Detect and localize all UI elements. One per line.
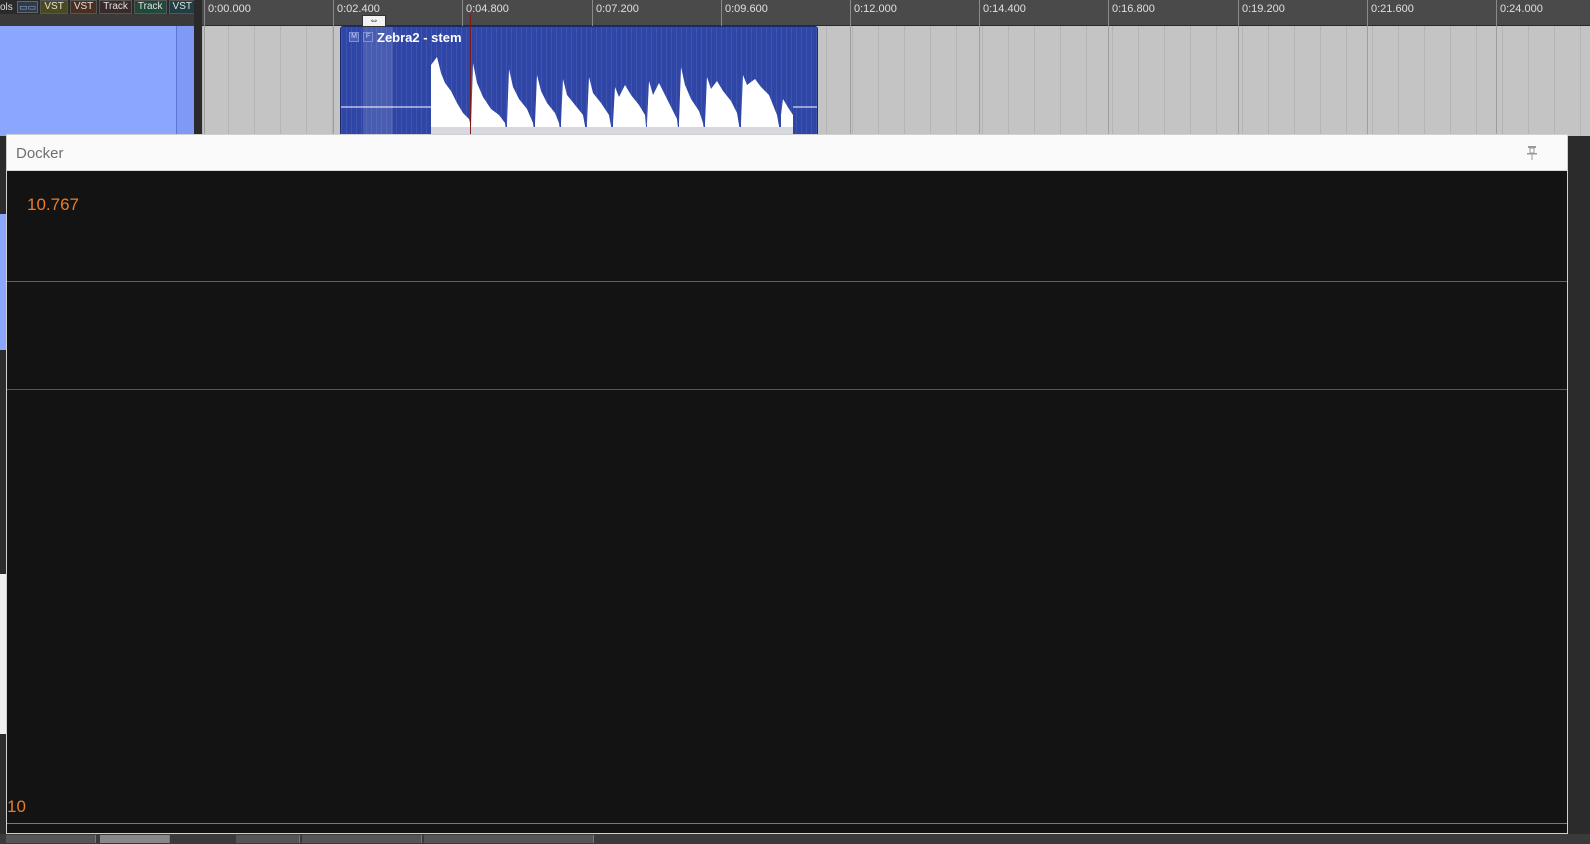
arrange-view: ols ▭▭ VST VST Track Track VST 0:00.000 … bbox=[0, 0, 1590, 136]
item-fx-icon[interactable]: F bbox=[363, 32, 373, 42]
track-toolbar: ols ▭▭ VST VST Track Track VST bbox=[0, 0, 196, 14]
tcp-divider[interactable] bbox=[194, 0, 202, 136]
bottom-tab[interactable] bbox=[6, 835, 96, 843]
bottom-tab-strip bbox=[0, 834, 1590, 844]
grid-line bbox=[850, 26, 851, 136]
ruler-label: 0:00.000 bbox=[208, 3, 251, 15]
docker-window: Docker 10.767 10 bbox=[6, 134, 1568, 834]
pin-icon[interactable] bbox=[1525, 145, 1539, 161]
media-item-title: Zebra2 - stem bbox=[377, 29, 462, 45]
ruler-tick: 0:19.200 bbox=[1238, 0, 1285, 26]
ruler-label: 0:09.600 bbox=[725, 3, 768, 15]
ruler-label: 0:24.000 bbox=[1500, 3, 1543, 15]
green-reference-line bbox=[7, 389, 1567, 390]
arrange-area[interactable]: M F Zebra2 - stem bbox=[202, 26, 1590, 136]
bottom-tab[interactable] bbox=[100, 835, 170, 843]
grid-line bbox=[1496, 26, 1497, 136]
grid-line bbox=[1238, 26, 1239, 136]
toolbar-vst-button-2[interactable]: VST bbox=[69, 0, 98, 14]
timeline-ruler[interactable]: 0:00.000 0:02.400 0:04.800 0:07.200 0:09… bbox=[202, 0, 1590, 26]
ruler-label: 0:19.200 bbox=[1242, 3, 1285, 15]
docker-title: Docker bbox=[16, 145, 64, 162]
grid-line bbox=[204, 26, 205, 136]
readout-min-value: 10 bbox=[7, 797, 26, 816]
ruler-tick: 0:07.200 bbox=[592, 0, 639, 26]
item-mute-icon[interactable]: M bbox=[349, 32, 359, 42]
ruler-label: 0:16.800 bbox=[1112, 3, 1155, 15]
waveform bbox=[341, 57, 817, 135]
media-item[interactable]: M F Zebra2 - stem bbox=[340, 26, 818, 136]
bottom-tab[interactable] bbox=[302, 835, 422, 843]
grid-line bbox=[333, 26, 334, 136]
toolbar-cut-label: ols bbox=[0, 1, 13, 13]
ruler-label: 0:21.600 bbox=[1371, 3, 1414, 15]
ruler-tick: 0:12.000 bbox=[850, 0, 897, 26]
docker-content[interactable]: 10.767 10 bbox=[7, 171, 1567, 833]
media-item-header: M F Zebra2 - stem bbox=[341, 29, 817, 45]
toolbar-track-button-2[interactable]: Track bbox=[133, 0, 167, 14]
track-panel-edge[interactable] bbox=[176, 26, 194, 136]
playhead-cursor[interactable] bbox=[470, 14, 471, 136]
toolbar-vst-button-1[interactable]: VST bbox=[40, 0, 68, 14]
ruler-label: 0:12.000 bbox=[854, 3, 897, 15]
bottom-tab[interactable] bbox=[424, 835, 594, 843]
horizontal-resize-cursor-icon: ⇔ bbox=[362, 15, 386, 27]
blue-reference-line bbox=[7, 281, 1567, 282]
ruler-label: 0:02.400 bbox=[337, 3, 380, 15]
toolbar-track-button-1[interactable]: Track bbox=[99, 0, 132, 14]
readout-value: 10.767 bbox=[27, 195, 79, 214]
ruler-label: 0:04.800 bbox=[466, 3, 509, 15]
grid-line bbox=[979, 26, 980, 136]
docker-titlebar[interactable]: Docker bbox=[7, 135, 1567, 171]
ruler-tick: 0:21.600 bbox=[1367, 0, 1414, 26]
grid-line bbox=[1108, 26, 1109, 136]
ruler-tick: 0:00.000 bbox=[204, 0, 251, 26]
ruler-tick: 0:04.800 bbox=[462, 0, 509, 26]
ruler-tick: 0:16.800 bbox=[1108, 0, 1155, 26]
ruler-label: 0:14.400 bbox=[983, 3, 1026, 15]
track-control-panel[interactable] bbox=[0, 26, 176, 136]
ruler-tick: 0:02.400 bbox=[333, 0, 380, 26]
orange-baseline bbox=[7, 823, 1567, 824]
routing-icon[interactable]: ▭▭ bbox=[16, 1, 39, 13]
ruler-tick: 0:24.000 bbox=[1496, 0, 1543, 26]
ruler-label: 0:07.200 bbox=[596, 3, 639, 15]
ruler-tick: 0:14.400 bbox=[979, 0, 1026, 26]
grid-line bbox=[1367, 26, 1368, 136]
ruler-tick: 0:09.600 bbox=[721, 0, 768, 26]
toolbar-vst-button-3[interactable]: VST bbox=[168, 0, 196, 14]
bottom-tab[interactable] bbox=[236, 835, 300, 843]
